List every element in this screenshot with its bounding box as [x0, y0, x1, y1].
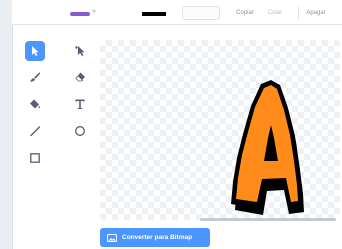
fill-tool[interactable]: [25, 94, 45, 114]
copy-button[interactable]: Copiar: [230, 6, 260, 20]
text-tool[interactable]: [70, 94, 90, 114]
convert-to-bitmap-button[interactable]: Converter para Bitmap: [100, 228, 210, 247]
paint-canvas[interactable]: [100, 40, 340, 220]
line-tool[interactable]: [25, 121, 45, 141]
circle-tool[interactable]: [70, 121, 90, 141]
circle-icon: [75, 126, 85, 136]
convert-to-bitmap-label: Converter para Bitmap: [122, 234, 193, 241]
arrow-cursor-icon: [32, 46, 39, 56]
image-icon: [107, 233, 117, 242]
paint-editor-toolbar: ▾ Copiar Colar Apagar: [12, 0, 342, 25]
eraser-icon: [75, 72, 85, 82]
eraser-tool[interactable]: [70, 67, 90, 87]
select-tool[interactable]: [25, 41, 45, 61]
delete-button[interactable]: Apagar: [298, 6, 333, 20]
outline-width-input[interactable]: [182, 6, 220, 20]
reshape-cursor-icon: [75, 46, 85, 56]
rectangle-icon: [30, 153, 40, 163]
text-icon: [75, 99, 85, 109]
chevron-down-icon[interactable]: ▾: [92, 8, 102, 16]
line-icon: [30, 126, 41, 137]
canvas-horizontal-scrollbar[interactable]: [200, 218, 336, 221]
sprite-costume[interactable]: [215, 72, 325, 232]
brush-tool[interactable]: [25, 67, 45, 87]
rectangle-tool[interactable]: [25, 148, 45, 168]
left-panel-edge: [0, 0, 13, 249]
outline-color-swatch[interactable]: [142, 12, 166, 16]
fill-color-swatch[interactable]: [70, 12, 90, 16]
paste-button[interactable]: Colar: [262, 6, 288, 20]
brush-icon: [30, 72, 41, 82]
reshape-tool[interactable]: [70, 41, 90, 61]
paint-bucket-icon: [30, 99, 40, 109]
